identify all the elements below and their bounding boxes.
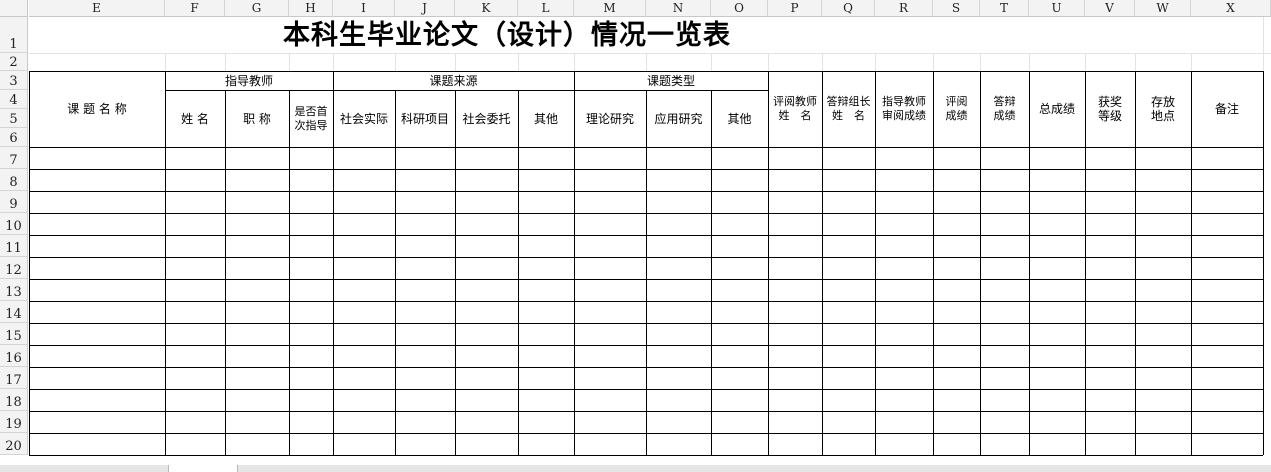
column-header-J[interactable]: J: [395, 0, 455, 17]
header-topic-name: 课 题 名 称: [67, 102, 127, 116]
gridline: [822, 53, 823, 71]
header-type-theory: 理论研究: [585, 111, 634, 126]
gridline: [980, 53, 981, 71]
header-defense-leader: 答辩组长 姓 名: [826, 95, 871, 122]
row-header-7[interactable]: 7: [0, 147, 28, 169]
column-header-X[interactable]: X: [1191, 0, 1271, 17]
gridline: [875, 53, 876, 71]
header-first-time: 是否首 次指导: [294, 104, 328, 132]
column-header-H[interactable]: H: [289, 0, 333, 17]
gridline: [711, 53, 712, 71]
row-header-1[interactable]: 1: [0, 17, 28, 53]
gridline: [1029, 53, 1030, 71]
column-header-U[interactable]: U: [1029, 0, 1085, 17]
header-advisor-title: 职 称: [243, 111, 271, 126]
header-advisor-name: 姓 名: [181, 111, 209, 126]
gridline: [646, 53, 647, 71]
header-source-group: 课题来源: [429, 73, 478, 88]
gridline: [1085, 53, 1086, 71]
column-header-O[interactable]: O: [711, 0, 768, 17]
gridline: [933, 53, 934, 71]
gridline: [395, 53, 396, 71]
header-reviewer: 评阅教师 姓 名: [773, 95, 817, 122]
gridline: [165, 53, 166, 71]
header-source-research: 科研项目: [400, 111, 449, 126]
row-header-13[interactable]: 13: [0, 279, 28, 301]
header-defense-grade: 答辩 成绩: [993, 95, 1016, 122]
row-header-16[interactable]: 16: [0, 345, 28, 367]
column-header-I[interactable]: I: [333, 0, 395, 17]
row-header-4[interactable]: 4: [0, 90, 28, 109]
row-header-9[interactable]: 9: [0, 191, 28, 213]
gridline: [518, 53, 519, 71]
column-header-K[interactable]: K: [455, 0, 518, 17]
table-border: [29, 455, 1263, 456]
row-header-10[interactable]: 10: [0, 213, 28, 235]
column-header-F[interactable]: F: [165, 0, 225, 17]
row-header-19[interactable]: 19: [0, 411, 28, 433]
header-review-grade: 评阅 成绩: [945, 95, 968, 122]
gridline: [225, 53, 226, 71]
header-advisor-group: 指导教师: [224, 73, 273, 88]
column-header-E[interactable]: E: [29, 0, 165, 17]
header-type-applied: 应用研究: [654, 111, 703, 126]
row-header-5[interactable]: 5: [0, 109, 28, 128]
row-header-12[interactable]: 12: [0, 257, 28, 279]
row-header-8[interactable]: 8: [0, 169, 28, 191]
row-header-6[interactable]: 6: [0, 128, 28, 147]
header-remarks: 备注: [1214, 102, 1239, 116]
gridline: [289, 53, 290, 71]
column-header-V[interactable]: V: [1085, 0, 1135, 17]
column-header-P[interactable]: P: [768, 0, 822, 17]
row-header-17[interactable]: 17: [0, 367, 28, 389]
column-header-R[interactable]: R: [875, 0, 933, 17]
gridline: [1191, 53, 1192, 71]
gridline: [768, 53, 769, 71]
header-type-group: 课题类型: [646, 73, 695, 88]
gridline: [1135, 53, 1136, 71]
sheet-tab-active[interactable]: [168, 465, 238, 472]
row-header-11[interactable]: 11: [0, 235, 28, 257]
header-total-grade: 总成绩: [1038, 102, 1075, 116]
row-header-20[interactable]: 20: [0, 433, 28, 455]
column-header-L[interactable]: L: [518, 0, 574, 17]
column-header-Q[interactable]: Q: [822, 0, 875, 17]
gridline: [574, 53, 575, 71]
header-award-level: 获奖 等级: [1097, 95, 1122, 123]
column-header-G[interactable]: G: [225, 0, 289, 17]
column-header-T[interactable]: T: [980, 0, 1029, 17]
header-storage: 存放 地点: [1150, 95, 1175, 123]
row-header-18[interactable]: 18: [0, 389, 28, 411]
row-header-15[interactable]: 15: [0, 323, 28, 345]
table-border: [1263, 71, 1264, 455]
header-advisor-grade: 指导教师 审阅成绩: [882, 95, 926, 122]
spreadsheet[interactable]: EFGHIJKLMNOPQRSTUVWX 1 2 3 4 5 6 7 8 9 10 11 12 13 14…: [0, 0, 1271, 472]
header-source-other: 其他: [533, 111, 558, 126]
gridline: [333, 53, 334, 71]
select-all-corner[interactable]: [0, 0, 28, 17]
column-header-M[interactable]: M: [574, 0, 646, 17]
header-source-social: 社会实际: [339, 111, 388, 126]
row-header-3[interactable]: 3: [0, 71, 28, 90]
column-header-N[interactable]: N: [646, 0, 711, 17]
header-type-other: 其他: [727, 111, 752, 126]
row-header-14[interactable]: 14: [0, 301, 28, 323]
header-source-commission: 社会委托: [462, 111, 511, 126]
sheet-title: 本科生毕业论文（设计）情况一览表: [283, 20, 731, 51]
column-header-S[interactable]: S: [933, 0, 980, 17]
gridline: [455, 53, 456, 71]
column-header-W[interactable]: W: [1135, 0, 1191, 17]
row-header-2[interactable]: 2: [0, 53, 28, 71]
